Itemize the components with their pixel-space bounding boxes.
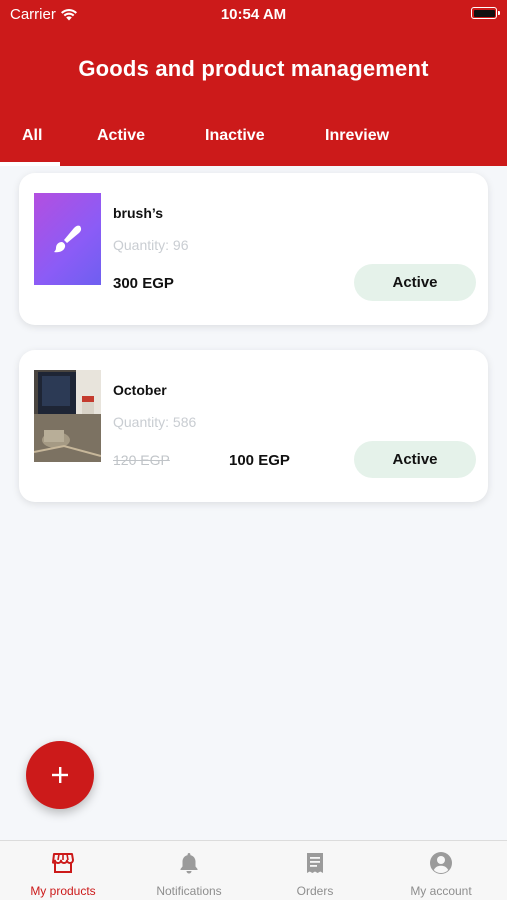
- nav-label: My products: [30, 884, 96, 898]
- app-header: Carrier 10:54 AM Goods and product manag…: [0, 0, 507, 166]
- product-card[interactable]: October Quantity: 586 120 EGP 100 EGP Ac…: [19, 350, 488, 502]
- tab-indicator: [0, 162, 60, 166]
- filter-tabs: All Active Inactive Inreview: [0, 118, 507, 166]
- nav-label: Notifications: [156, 884, 222, 898]
- product-photo: [34, 370, 101, 462]
- page-title: Goods and product management: [78, 56, 429, 81]
- nav-label: Orders: [296, 884, 334, 898]
- product-name: brush’s: [113, 205, 164, 221]
- product-old-price: 120 EGP: [113, 452, 170, 468]
- tab-inactive[interactable]: Inactive: [205, 127, 265, 145]
- nav-notifications[interactable]: Notifications: [126, 841, 252, 900]
- status-badge[interactable]: Active: [354, 441, 476, 478]
- account-icon: [430, 852, 452, 874]
- product-image: [34, 193, 101, 285]
- receipt-icon: [307, 853, 323, 873]
- clock: 10:54 AM: [220, 6, 287, 23]
- product-price: 100 EGP: [229, 452, 290, 469]
- brush-icon: [53, 225, 81, 253]
- tab-all[interactable]: All: [22, 127, 42, 145]
- plus-icon: [52, 767, 68, 783]
- status-bar: Carrier 10:54 AM: [0, 0, 507, 28]
- nav-my-products[interactable]: My products: [0, 841, 126, 900]
- bell-icon: [180, 853, 198, 874]
- nav-label: My account: [410, 884, 472, 898]
- nav-orders[interactable]: Orders: [252, 841, 378, 900]
- nav-my-account[interactable]: My account: [378, 841, 504, 900]
- status-badge[interactable]: Active: [354, 264, 476, 301]
- tab-active[interactable]: Active: [97, 127, 145, 145]
- product-price: 300 EGP: [113, 275, 174, 292]
- battery-icon: [471, 7, 500, 19]
- product-quantity: Quantity: 586: [113, 414, 197, 430]
- product-image: [34, 370, 101, 462]
- bottom-nav: My products Notifications Orders My acco…: [0, 840, 507, 900]
- tab-inreview[interactable]: Inreview: [325, 127, 389, 145]
- product-card[interactable]: brush’s Quantity: 96 300 EGP Active: [19, 173, 488, 325]
- add-product-button[interactable]: [26, 741, 94, 809]
- product-quantity: Quantity: 96: [113, 237, 189, 253]
- store-icon: [52, 853, 74, 873]
- product-name: October: [113, 382, 167, 398]
